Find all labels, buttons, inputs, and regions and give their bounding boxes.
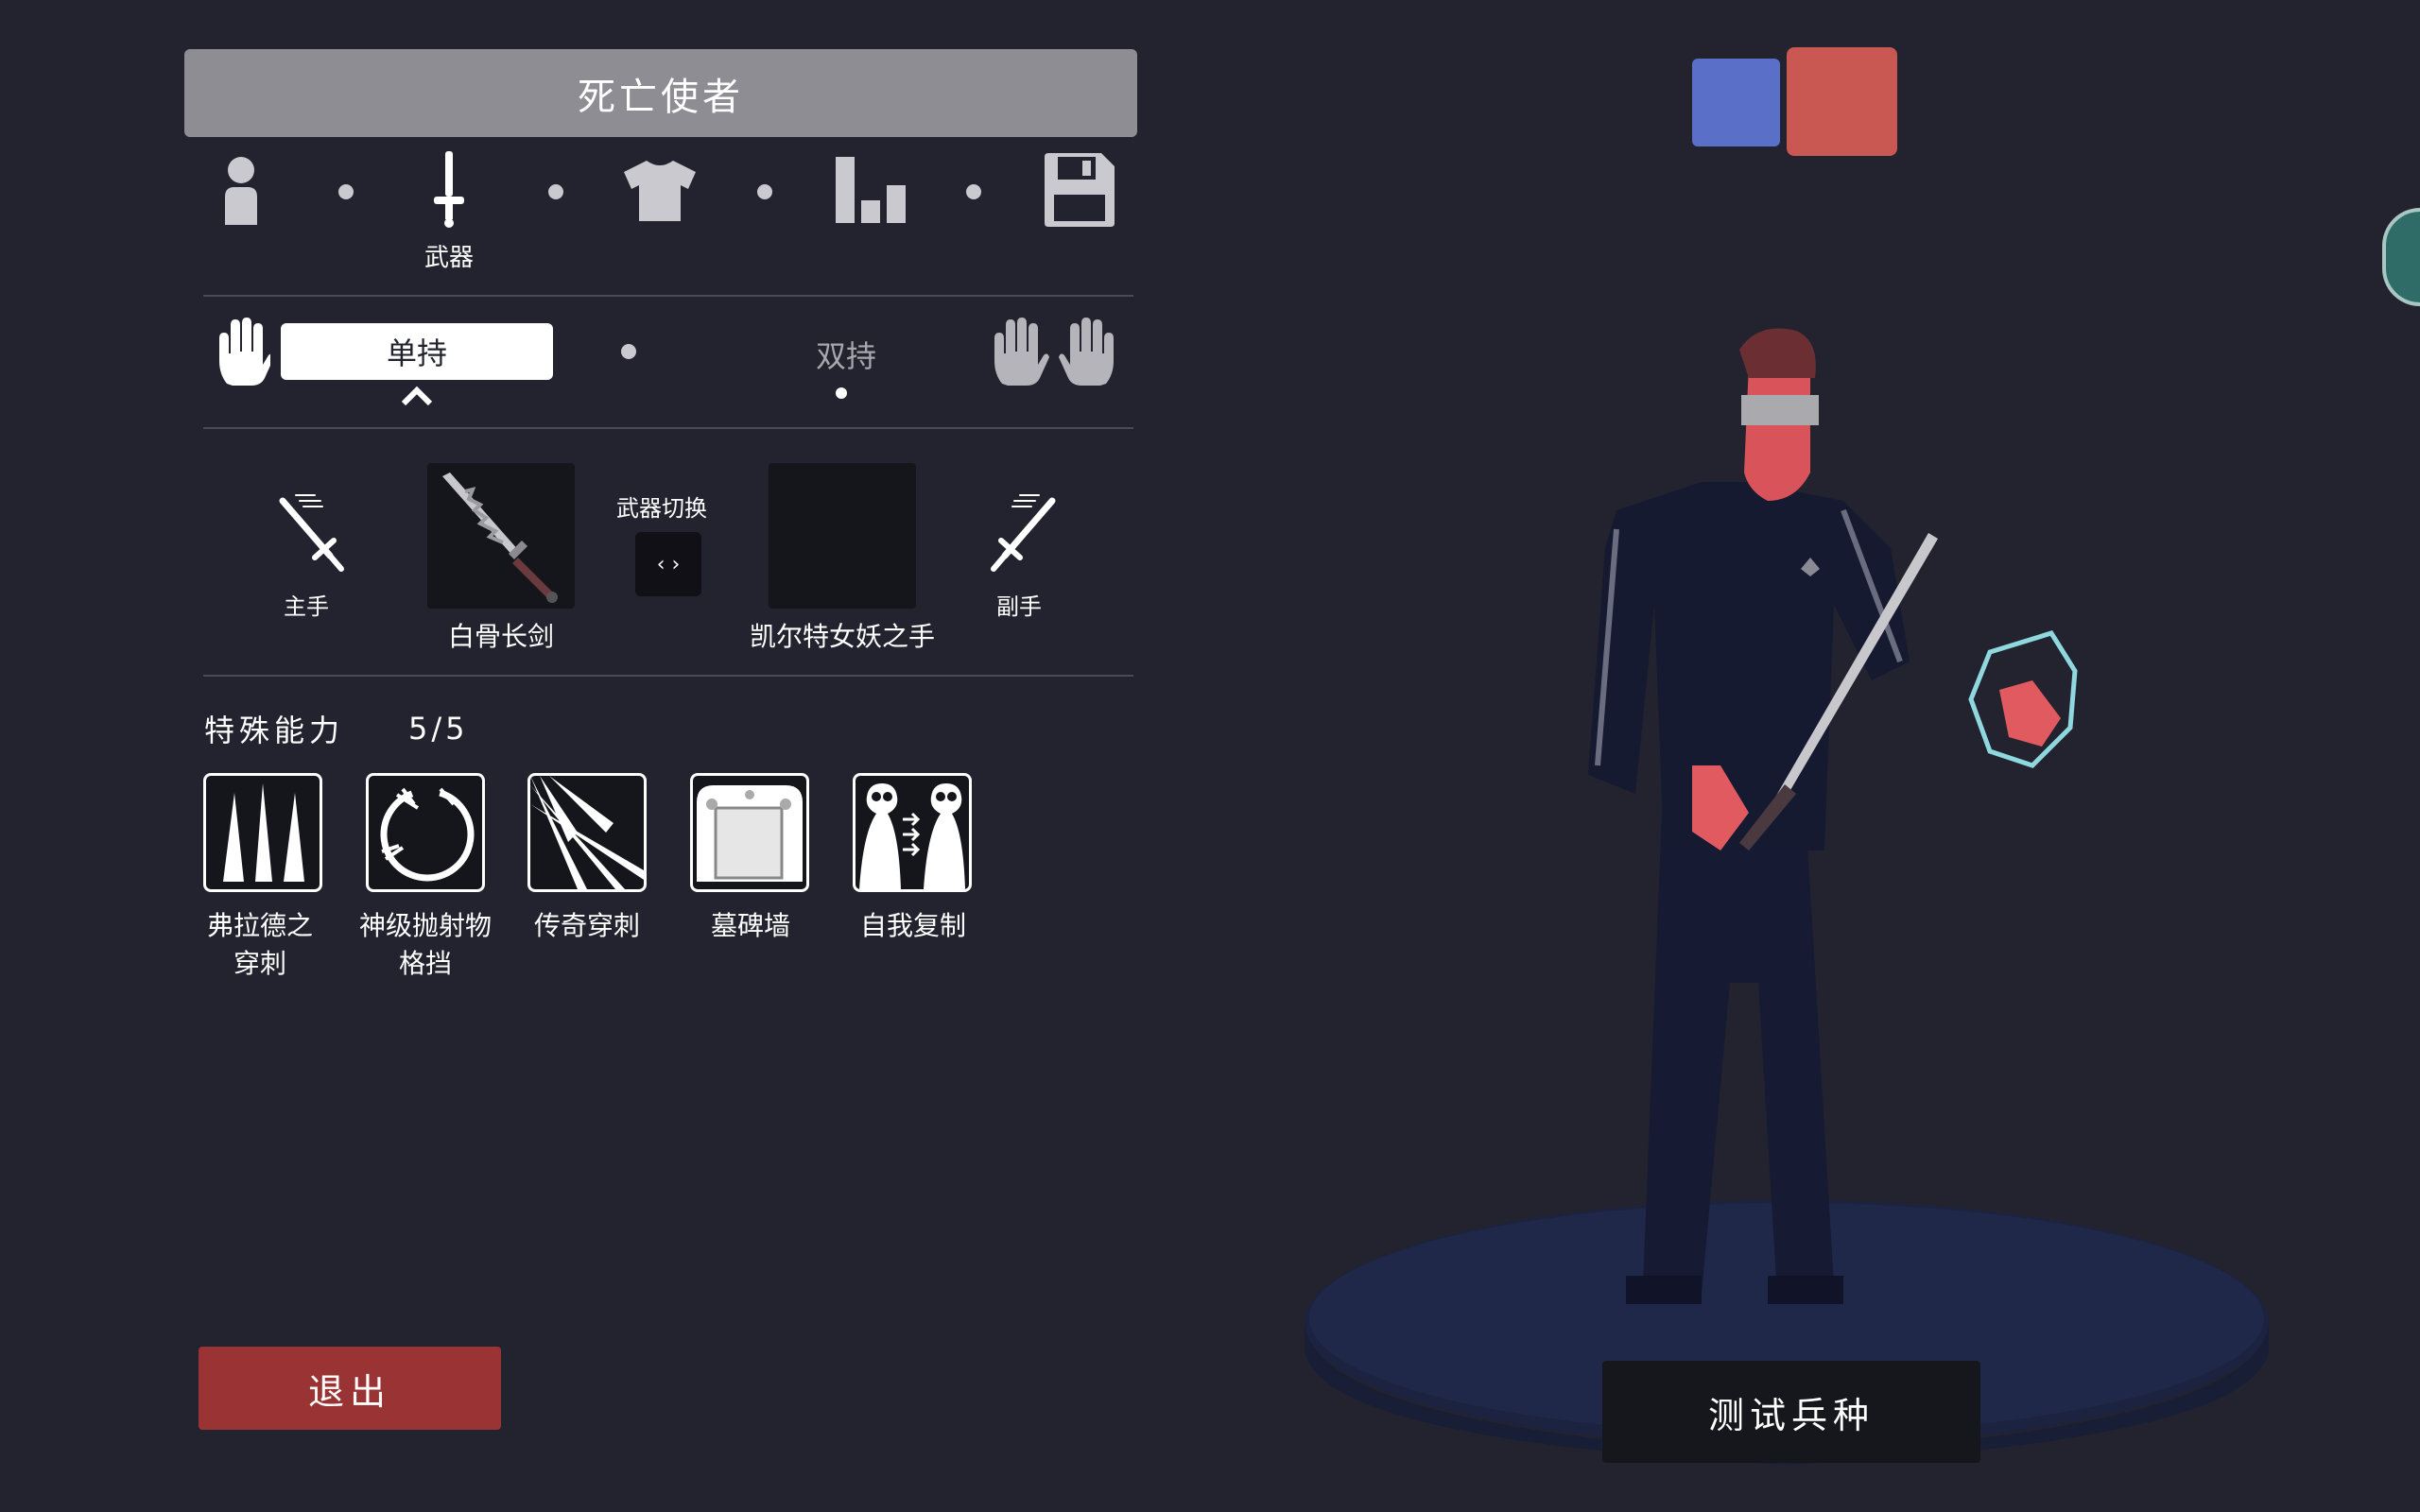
test-unit-label: 测试兵种 [1707,1394,1875,1436]
abilities-title: 特殊能力 [204,713,345,748]
ability-legendary-pierce[interactable]: 传奇穿刺 [527,773,656,941]
ability-label: 神级抛射物格挡 [358,910,492,979]
grip-dot [621,344,636,359]
divider [203,427,1133,429]
bone-longsword-icon [442,472,558,603]
main-hand-label: 主手 [284,593,329,620]
ability-label: 自我复制 [859,910,966,941]
switch-arrows-icon: ‹ › [656,552,681,576]
single-hand-icon [214,318,274,387]
ability-projectile-block[interactable]: 神级抛射物格挡 [359,773,494,979]
tab-weapon[interactable]: 武器 [421,151,477,274]
ability-label: 传奇穿刺 [533,910,640,941]
spikes-icon [203,773,322,892]
off-weapon-name: 凯尔特女妖之手 [749,621,935,652]
main-hand-sword-icon [279,494,344,572]
ability-self-clone[interactable]: 自我复制 [853,773,981,941]
main-weapon-slot[interactable]: 白骨长剑 [427,463,575,652]
team-red-swatch[interactable] [1787,47,1897,156]
tombstone-wall-icon [690,773,809,892]
shirt-icon [624,161,696,221]
ability-label: 弗拉德之穿刺 [206,910,313,979]
team-blue-swatch[interactable] [1692,59,1780,146]
self-clone-icon [853,773,972,892]
ability-tombstone-wall[interactable]: 墓碑墙 [690,773,819,941]
divider [203,675,1133,677]
nav-dot [548,184,563,199]
grip-dual-label: 双持 [815,338,876,374]
off-hand-label: 副手 [996,593,1042,620]
stats-icon [836,157,906,223]
off-weapon-slot[interactable]: 凯尔特女妖之手 [750,463,935,652]
save-icon [1045,153,1115,227]
exit-label: 退出 [307,1370,391,1413]
grip-single-button[interactable]: 单持 [281,323,553,380]
sword-icon [434,151,464,228]
tab-save[interactable] [1045,153,1115,227]
grip-dual-dot [836,387,847,399]
ability-label: 墓碑墙 [710,910,790,941]
off-hand-sword-icon [991,494,1056,572]
weapon-switch-label: 武器切换 [616,495,707,522]
dual-hand-icon [993,318,1115,387]
nav-dot [966,184,981,199]
weapon-switch-button[interactable]: ‹ › [635,532,701,596]
legendary-pierce-icon [527,773,647,892]
off-hand-slot[interactable]: 副手 [983,491,1068,624]
unit-name-bar[interactable]: 死亡使者 [184,49,1137,137]
main-weapon-name: 白骨长剑 [447,621,554,652]
exit-button[interactable]: 退出 [199,1347,501,1430]
unit-preview[interactable] [1305,321,2269,1474]
grip-dual-button[interactable]: 双持 [799,333,893,376]
tab-unit[interactable] [217,151,265,227]
test-unit-button[interactable]: 测试兵种 [1602,1361,1980,1463]
abilities-count: 5/5 [408,711,469,747]
projectile-block-icon [366,773,485,892]
selected-caret-icon [401,386,433,410]
tab-weapon-label: 武器 [424,244,474,272]
main-hand-slot[interactable]: 主手 [267,491,352,624]
nav-dot [338,184,354,199]
grip-single-label: 单持 [386,335,447,371]
person-icon [225,157,257,225]
ability-vlad-impale[interactable]: 弗拉德之穿刺 [203,773,332,979]
side-tool-button[interactable] [2382,208,2420,306]
tab-stats[interactable] [836,157,906,223]
nav-dot [757,184,772,199]
tab-outfit[interactable] [624,159,696,223]
unit-name: 死亡使者 [578,75,744,119]
divider [203,295,1133,297]
